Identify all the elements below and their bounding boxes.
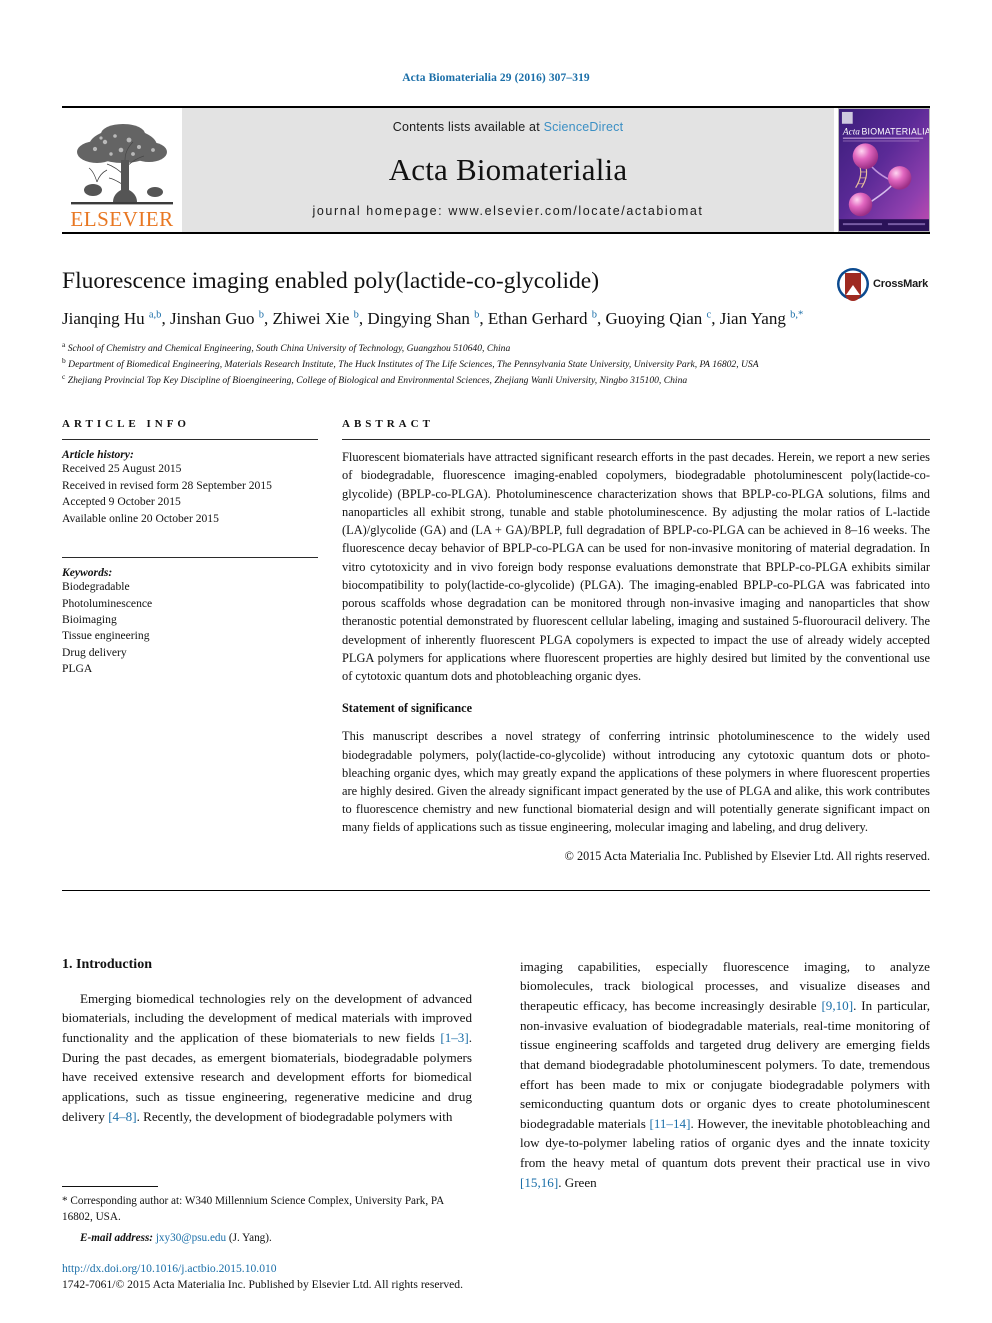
history-received: Received 25 August 2015 <box>62 462 182 476</box>
running-head: Acta Biomaterialia 29 (2016) 307–319 <box>402 72 590 84</box>
keyword-item: Drug delivery <box>62 645 127 659</box>
elsevier-logo: ELSEVIER <box>62 108 182 232</box>
title-block: Fluorescence imaging enabled poly(lactid… <box>62 268 930 388</box>
keywords-title: Keywords: <box>62 566 113 580</box>
svg-text:BIOMATERIALIA: BIOMATERIALIA <box>862 127 930 137</box>
sciencedirect-link[interactable]: ScienceDirect <box>544 120 624 134</box>
history-online: Available online 20 October 2015 <box>62 511 219 525</box>
keyword-item: Biodegradable <box>62 580 130 594</box>
keyword-item: Tissue engineering <box>62 629 150 643</box>
abstract-rule <box>342 439 930 441</box>
issn-copyright-line: 1742-7061/© 2015 Acta Materialia Inc. Pu… <box>62 1278 463 1292</box>
footnote-block: * Corresponding author at: W340 Millenni… <box>62 1186 472 1244</box>
page-title: Fluorescence imaging enabled poly(lactid… <box>62 268 600 294</box>
affiliation-a: a School of Chemistry and Chemical Engin… <box>62 339 511 355</box>
intro-paragraph-left: Emerging biomedical technologies rely on… <box>62 990 472 1124</box>
email-link[interactable]: jxy30@psu.edu <box>156 1232 226 1244</box>
email-note: E-mail address: jxy30@psu.edu (J. Yang). <box>62 1232 472 1244</box>
svg-text:Acta: Acta <box>842 128 860 138</box>
masthead-bottom-rule <box>62 232 930 234</box>
body-divider-rule <box>62 889 930 891</box>
keywords-block: Keywords: Biodegradable Photoluminescenc… <box>62 557 318 678</box>
keywords-rule <box>62 557 318 559</box>
history-accepted: Accepted 9 October 2015 <box>62 495 181 509</box>
article-first-page: Acta Biomaterialia 29 (2016) 307–319 ELS… <box>0 0 992 1323</box>
journal-title: Acta Biomaterialia <box>388 151 628 187</box>
journal-homepage-link[interactable]: journal homepage: www.elsevier.com/locat… <box>313 204 704 218</box>
body-column-left: 1. Introduction Emerging biomedical tech… <box>62 957 472 1193</box>
email-owner: (J. Yang). <box>228 1232 272 1245</box>
crossmark-label: CrossMark <box>873 278 929 290</box>
doi-link[interactable]: http://dx.doi.org/10.1016/j.actbio.2015.… <box>62 1261 532 1277</box>
corresponding-author-note: * Corresponding author at: W340 Millenni… <box>62 1195 444 1224</box>
abstract-column: ABSTRACT Fluorescent biomaterials have a… <box>342 418 930 863</box>
journal-masthead: ELSEVIER Contents lists available at Sci… <box>62 108 930 232</box>
journal-band: Contents lists available at ScienceDirec… <box>182 108 834 232</box>
crossmark-icon <box>837 268 869 301</box>
abstract-text: Fluorescent biomaterials have attracted … <box>342 450 930 684</box>
keyword-item: Photoluminescence <box>62 596 153 610</box>
info-abstract-region: ARTICLE INFO Article history: Received 2… <box>62 418 930 863</box>
contents-available-line: Contents lists available at ScienceDirec… <box>393 120 624 134</box>
history-revised: Received in revised form 28 September 20… <box>62 478 272 492</box>
journal-cover-art: Acta BIOMATERIALIA <box>839 109 929 231</box>
article-info-label: ARTICLE INFO <box>62 418 190 431</box>
journal-cover-thumbnail[interactable]: Acta BIOMATERIALIA <box>838 108 930 232</box>
abstract-label: ABSTRACT <box>342 418 434 431</box>
keyword-item: PLGA <box>62 662 93 676</box>
keyword-item: Bioimaging <box>62 612 117 626</box>
article-history-title: Article history: <box>62 448 134 462</box>
crossmark-badge[interactable]: CrossMark <box>836 266 930 302</box>
elsevier-tree-icon <box>71 124 173 205</box>
section-heading-introduction: 1. Introduction <box>62 956 152 972</box>
intro-paragraph-right: imaging capabilities, especially fluores… <box>520 958 931 1190</box>
article-info-column: ARTICLE INFO Article history: Received 2… <box>62 418 318 863</box>
statement-of-significance-text: This manuscript describes a novel strate… <box>342 729 930 835</box>
affiliation-b: b Department of Biomedical Engineering, … <box>62 356 759 371</box>
statement-of-significance-heading: Statement of significance <box>342 701 472 716</box>
body-columns: 1. Introduction Emerging biomedical tech… <box>62 957 930 1193</box>
elsevier-wordmark: ELSEVIER <box>70 207 174 231</box>
body-column-right: imaging capabilities, especially fluores… <box>520 957 930 1193</box>
article-info-rule <box>62 439 318 441</box>
affiliation-list: a School of Chemistry and Chemical Engin… <box>62 340 930 388</box>
author-list: Jianqing Hu a,b, Jinshan Guo b, Zhiwei X… <box>62 308 804 328</box>
affiliation-c: c Zhejiang Provincial Top Key Discipline… <box>62 372 688 387</box>
email-label: E-mail address: <box>80 1232 154 1245</box>
footnote-rule <box>62 1186 158 1187</box>
contents-prefix: Contents lists available at <box>392 120 540 134</box>
doi-block: http://dx.doi.org/10.1016/j.actbio.2015.… <box>62 1261 532 1293</box>
abstract-copyright: © 2015 Acta Materialia Inc. Published by… <box>564 848 930 863</box>
